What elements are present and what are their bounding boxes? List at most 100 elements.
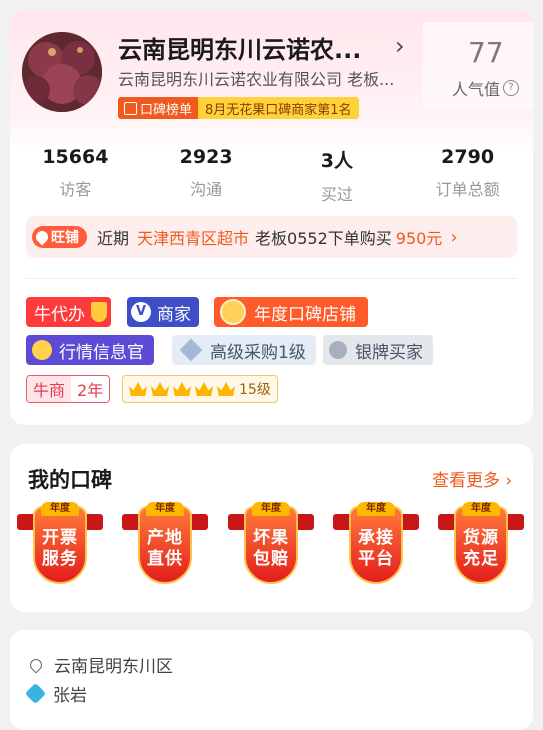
badge-text: 承接 平台 <box>353 528 399 570</box>
shop-name[interactable]: 云南昆明东川云诺农... <box>118 30 361 65</box>
stat-visitors: 15664 访客 <box>10 146 141 205</box>
badge-platform[interactable]: 年度 承接 平台 <box>331 502 421 588</box>
stat-value: 2923 <box>179 146 233 168</box>
badge-bad-fruit-refund[interactable]: 年度 坏果 包赔 <box>226 502 316 588</box>
badge-ample-supply[interactable]: 年度 货源 充足 <box>436 502 526 588</box>
rank-icon <box>124 101 137 115</box>
rank-badge-left: 口碑榜单 <box>118 97 199 119</box>
wangpu-badge: 旺铺 <box>32 226 87 248</box>
rank-badge[interactable]: 口碑榜单 8月无花果口碑商家第1名 <box>118 97 359 119</box>
badge-line2: 服务 <box>42 549 78 569</box>
rank-badge-right: 8月无花果口碑商家第1名 <box>198 97 359 119</box>
help-icon[interactable]: ? <box>503 80 520 96</box>
tag-niu-merchant[interactable]: 牛商 2年 <box>26 375 111 403</box>
badge-top: 年度 <box>41 502 79 516</box>
stat-label: 沟通 <box>190 180 223 199</box>
stat-value: 2790 <box>441 146 495 168</box>
stat-order-total: 2790 订单总额 <box>402 146 533 205</box>
stat-communications: 2923 沟通 <box>141 146 272 205</box>
crown-icon <box>173 382 191 396</box>
tag-merchant-label: 商家 <box>157 304 191 325</box>
badge-top: 年度 <box>146 502 184 516</box>
tag-annual-shop[interactable]: 年度口碑店铺 <box>214 297 368 327</box>
tag-silver-label: 银牌买家 <box>355 342 423 363</box>
popularity-label: 人气值 <box>452 80 501 99</box>
stats-row: 15664 访客 2923 沟通 3人 买过 2790 订单总额 <box>10 146 533 205</box>
chevron-right-icon: › <box>450 226 458 248</box>
location-text: 云南昆明东川区 <box>54 657 173 677</box>
section-title: 我的口碑 <box>28 468 112 492</box>
stat-label: 买过 <box>320 185 353 204</box>
crown-icon <box>151 382 169 396</box>
crown-icon <box>195 382 213 396</box>
rank-badge-left-label: 口碑榜单 <box>140 102 193 118</box>
chevron-right-icon: › <box>505 471 513 491</box>
badge-top: 年度 <box>252 502 290 516</box>
see-more-link[interactable]: 查看更多 › <box>432 466 512 491</box>
divider <box>26 278 517 279</box>
stat-buyers: 3人 买过 <box>272 146 403 205</box>
badge-text: 开票 服务 <box>37 528 83 570</box>
tag-level[interactable]: 15级 <box>122 375 278 403</box>
badge-top: 年度 <box>462 502 500 516</box>
popularity-value: 77 <box>468 36 504 69</box>
badge-invoice[interactable]: 年度 开票 服务 <box>15 502 105 588</box>
tag-annual-label: 年度口碑店铺 <box>254 304 356 325</box>
stat-label: 订单总额 <box>435 180 500 199</box>
badge-line1: 产地 <box>147 528 183 548</box>
shop-avatar[interactable] <box>22 32 102 112</box>
wangpu-label: 旺铺 <box>51 230 79 246</box>
tag-agent[interactable]: 牛代办 <box>26 297 111 327</box>
recent-prefix: 近期 <box>97 229 130 248</box>
recent-amount: 950元 <box>395 229 443 248</box>
tag-level-label: 15级 <box>239 382 271 398</box>
tag-niu-years: 2年 <box>77 381 104 400</box>
verified-icon <box>24 682 47 705</box>
badge-line2: 充足 <box>463 549 499 569</box>
badge-text: 产地 直供 <box>142 528 188 570</box>
v-icon: V <box>131 302 151 322</box>
contact-row[interactable]: 张岩 <box>24 681 87 706</box>
recent-text: 老板0552下单购买 <box>255 229 392 248</box>
cup-icon <box>91 302 107 322</box>
reputation-card: 我的口碑 查看更多 › 年度 开票 服务 年度 产地 直供 年度 坏果 包赔 年度 承… <box>10 444 533 612</box>
location-pin-icon <box>27 656 45 673</box>
badge-line2: 直供 <box>147 549 183 569</box>
shop-card: 云南昆明东川云诺农... › 云南昆明东川云诺农业有限公司 老板... 口碑榜单… <box>10 10 533 425</box>
chevron-right-icon[interactable]: › <box>395 32 405 60</box>
crown-icon <box>32 340 52 360</box>
tag-silver-buyer[interactable]: 银牌买家 <box>323 335 433 365</box>
tag-agent-label: 牛代办 <box>34 304 85 325</box>
stat-value: 3人 <box>320 150 353 172</box>
tag-market-officer[interactable]: 行情信息官 <box>26 335 154 365</box>
badge-line1: 货源 <box>463 528 499 548</box>
address-card: 云南昆明东川区 张岩 <box>10 630 533 730</box>
badge-origin-direct[interactable]: 年度 产地 直供 <box>120 502 210 588</box>
recent-order-banner[interactable]: 旺铺 近期 天津西青区超市 老板0552下单购买 950元 › <box>26 216 517 258</box>
tag-merchant[interactable]: V 商家 <box>127 297 199 327</box>
company-name: 云南昆明东川云诺农业有限公司 老板... <box>118 70 395 89</box>
silver-medal-icon <box>329 341 347 359</box>
badge-line2: 包赔 <box>253 549 289 569</box>
badge-top: 年度 <box>357 502 395 516</box>
popularity-label-row[interactable]: 人气值 ? <box>452 76 520 100</box>
badge-line1: 承接 <box>358 528 394 548</box>
tag-senior-label: 高级采购1级 <box>210 342 306 363</box>
badge-text: 坏果 包赔 <box>248 528 294 570</box>
badge-line1: 开票 <box>42 528 78 548</box>
location-row[interactable]: 云南昆明东川区 <box>26 652 173 677</box>
stat-label: 访客 <box>59 180 92 199</box>
badge-text: 货源 充足 <box>458 528 504 570</box>
tag-senior-buyer[interactable]: 高级采购1级 <box>172 335 316 365</box>
badge-line1: 坏果 <box>253 528 289 548</box>
tag-market-label: 行情信息官 <box>59 342 144 363</box>
diamond-icon <box>179 338 203 362</box>
badge-line2: 平台 <box>358 549 394 569</box>
see-more-label: 查看更多 <box>432 471 500 491</box>
tag-niu-label: 牛商 <box>27 376 72 402</box>
crown-icon <box>129 382 147 396</box>
contact-name: 张岩 <box>53 686 87 706</box>
recent-location: 天津西青区超市 <box>137 229 250 248</box>
stat-value: 15664 <box>42 146 109 168</box>
medal-icon <box>220 299 246 325</box>
